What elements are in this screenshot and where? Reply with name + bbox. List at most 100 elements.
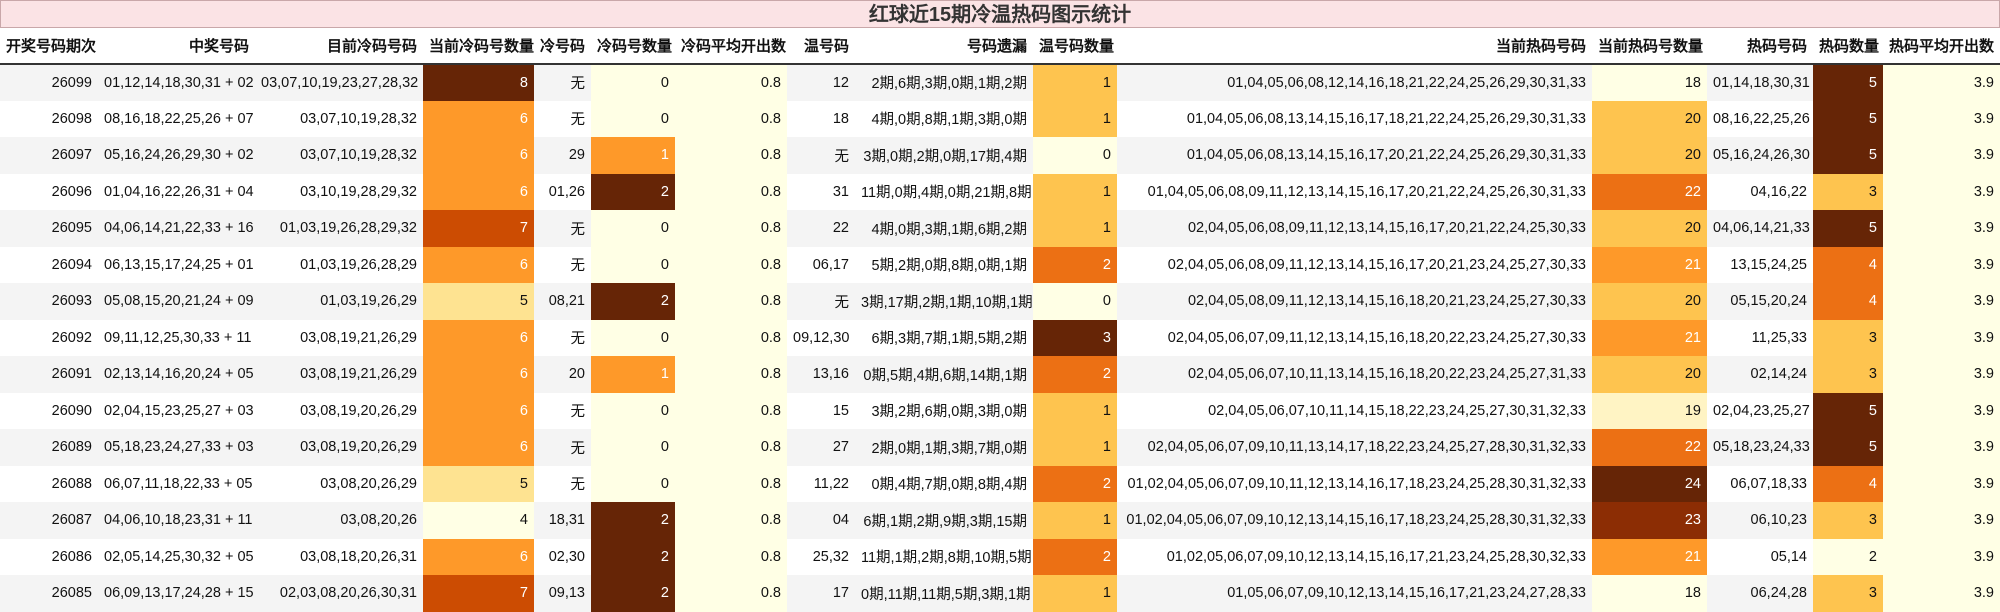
winning-numbers-cell: 06,07,11,18,22,33 + 05	[98, 465, 255, 502]
current-cold-numbers-cell: 03,08,19,20,26,29	[255, 392, 423, 429]
current-hot-numbers-cell: 02,04,05,06,07,10,11,13,14,15,16,18,20,2…	[1117, 356, 1592, 393]
cold-count-cell: 2	[591, 502, 675, 539]
col-header-current-hot-numbers[interactable]: 当前热码号码	[1117, 28, 1592, 65]
hot-average-cell: 3.9	[1883, 465, 2000, 502]
current-hot-numbers-cell: 01,04,05,06,08,12,14,16,18,21,22,24,25,2…	[1117, 64, 1592, 101]
hot-count-cell: 3	[1813, 575, 1883, 612]
table-row: 26098 08,16,18,22,25,26 + 07 03,07,10,19,2…	[0, 100, 2000, 137]
cold-numbers-cell: 无	[534, 429, 591, 466]
warm-numbers-cell: 31	[787, 173, 855, 210]
col-header-hot-average[interactable]: 热码平均开出数	[1883, 28, 2000, 65]
cold-count-cell: 0	[591, 392, 675, 429]
draw-no-cell: 26092	[0, 319, 98, 356]
table-row: 26097 05,16,24,26,29,30 + 02 03,07,10,19,2…	[0, 137, 2000, 174]
col-header-winning-numbers[interactable]: 中奖号码	[98, 28, 255, 65]
col-header-current-cold-numbers[interactable]: 目前冷码号码	[255, 28, 423, 65]
table-row: 26087 04,06,10,18,23,31 + 11 03,08,20,26 4 1…	[0, 502, 2000, 539]
number-omission-cell: 3期,0期,2期,0期,17期,4期	[855, 137, 1033, 174]
col-header-cold-numbers[interactable]: 冷号码	[534, 28, 591, 65]
hot-count-cell: 5	[1813, 137, 1883, 174]
current-hot-count-cell: 20	[1592, 137, 1707, 174]
hot-numbers-cell: 11,25,33	[1707, 319, 1813, 356]
hot-count-cell: 3	[1813, 502, 1883, 539]
col-header-draw-no[interactable]: 开奖号码期次	[0, 28, 98, 65]
current-cold-numbers-cell: 03,08,19,21,26,29	[255, 319, 423, 356]
hot-numbers-cell: 06,10,23	[1707, 502, 1813, 539]
warm-count-cell: 1	[1033, 575, 1117, 612]
cold-count-cell: 0	[591, 64, 675, 101]
col-header-warm-numbers[interactable]: 温号码	[787, 28, 855, 65]
number-omission-cell: 6期,3期,7期,1期,5期,2期	[855, 319, 1033, 356]
col-header-hot-numbers[interactable]: 热码号码	[1707, 28, 1813, 65]
warm-numbers-cell: 06,17	[787, 246, 855, 283]
hot-count-cell: 5	[1813, 64, 1883, 101]
table-row: 26085 06,09,13,17,24,28 + 15 02,03,08,20,2…	[0, 575, 2000, 612]
winning-numbers-cell: 05,18,23,24,27,33 + 03	[98, 429, 255, 466]
warm-count-cell: 2	[1033, 465, 1117, 502]
hot-count-cell: 5	[1813, 429, 1883, 466]
current-hot-numbers-cell: 01,02,04,05,06,07,09,10,11,12,13,14,16,1…	[1117, 465, 1592, 502]
warm-numbers-cell: 27	[787, 429, 855, 466]
hot-average-cell: 3.9	[1883, 392, 2000, 429]
col-header-current-hot-count[interactable]: 当前热码号数量	[1592, 28, 1707, 65]
current-hot-count-cell: 20	[1592, 356, 1707, 393]
cold-count-cell: 0	[591, 465, 675, 502]
cold-count-cell: 0	[591, 319, 675, 356]
hot-average-cell: 3.9	[1883, 356, 2000, 393]
col-header-current-cold-count[interactable]: 当前冷码号数量	[423, 28, 534, 65]
current-cold-count-cell: 6	[423, 246, 534, 283]
col-header-hot-count[interactable]: 热码数量	[1813, 28, 1883, 65]
table-row: 26091 02,13,14,16,20,24 + 05 03,08,19,21,2…	[0, 356, 2000, 393]
hot-count-cell: 4	[1813, 283, 1883, 320]
cold-average-cell: 0.8	[675, 356, 787, 393]
hot-numbers-cell: 13,15,24,25	[1707, 246, 1813, 283]
current-hot-count-cell: 21	[1592, 246, 1707, 283]
hot-count-cell: 3	[1813, 173, 1883, 210]
cold-count-cell: 0	[591, 246, 675, 283]
current-cold-count-cell: 6	[423, 538, 534, 575]
draw-no-cell: 26099	[0, 64, 98, 101]
winning-numbers-cell: 02,13,14,16,20,24 + 05	[98, 356, 255, 393]
number-omission-cell: 4期,0期,8期,1期,3期,0期	[855, 100, 1033, 137]
cold-count-cell: 2	[591, 173, 675, 210]
hot-count-cell: 3	[1813, 356, 1883, 393]
current-cold-numbers-cell: 03,08,19,21,26,29	[255, 356, 423, 393]
table-row: 26095 04,06,14,21,22,33 + 16 01,03,19,26,2…	[0, 210, 2000, 247]
col-header-number-omission[interactable]: 号码遗漏	[855, 28, 1033, 65]
current-cold-count-cell: 6	[423, 429, 534, 466]
current-hot-count-cell: 20	[1592, 210, 1707, 247]
current-cold-count-cell: 7	[423, 575, 534, 612]
cold-numbers-cell: 无	[534, 210, 591, 247]
current-hot-numbers-cell: 02,04,05,06,07,09,10,11,13,14,17,18,22,2…	[1117, 429, 1592, 466]
cold-average-cell: 0.8	[675, 173, 787, 210]
hot-average-cell: 3.9	[1883, 137, 2000, 174]
cold-numbers-cell: 无	[534, 392, 591, 429]
warm-numbers-cell: 22	[787, 210, 855, 247]
col-header-cold-average[interactable]: 冷码平均开出数	[675, 28, 787, 65]
number-omission-cell: 2期,6期,3期,0期,1期,2期	[855, 64, 1033, 101]
cold-numbers-cell: 01,26	[534, 173, 591, 210]
hot-average-cell: 3.9	[1883, 173, 2000, 210]
warm-count-cell: 1	[1033, 392, 1117, 429]
warm-count-cell: 1	[1033, 100, 1117, 137]
cold-count-cell: 2	[591, 538, 675, 575]
current-cold-numbers-cell: 01,03,19,26,28,29,32	[255, 210, 423, 247]
number-omission-cell: 5期,2期,0期,8期,0期,1期	[855, 246, 1033, 283]
current-cold-numbers-cell: 03,08,18,20,26,31	[255, 538, 423, 575]
warm-count-cell: 2	[1033, 538, 1117, 575]
hot-average-cell: 3.9	[1883, 100, 2000, 137]
current-cold-numbers-cell: 01,03,19,26,29	[255, 283, 423, 320]
draw-no-cell: 26090	[0, 392, 98, 429]
table-row: 26090 02,04,15,23,25,27 + 03 03,08,19,20,2…	[0, 392, 2000, 429]
hot-numbers-cell: 01,14,18,30,31	[1707, 64, 1813, 101]
warm-numbers-cell: 13,16	[787, 356, 855, 393]
col-header-cold-count[interactable]: 冷码号数量	[591, 28, 675, 65]
current-cold-count-cell: 6	[423, 392, 534, 429]
cold-average-cell: 0.8	[675, 392, 787, 429]
col-header-warm-count[interactable]: 温号码数量	[1033, 28, 1117, 65]
warm-count-cell: 1	[1033, 210, 1117, 247]
number-omission-cell: 11期,0期,4期,0期,21期,8期	[855, 173, 1033, 210]
current-hot-numbers-cell: 01,04,05,06,08,09,11,12,13,14,15,16,17,2…	[1117, 173, 1592, 210]
winning-numbers-cell: 09,11,12,25,30,33 + 11	[98, 319, 255, 356]
number-omission-cell: 0期,5期,4期,6期,14期,1期	[855, 356, 1033, 393]
